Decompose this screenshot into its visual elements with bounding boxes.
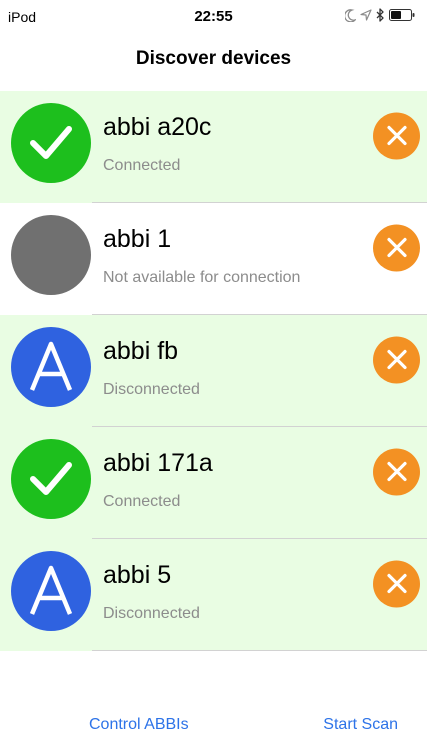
battery-icon [389, 9, 415, 21]
close-icon [386, 461, 408, 483]
disconnected-badge [11, 326, 91, 407]
device-name: abbi fb [103, 337, 179, 365]
page-title: Discover devices [135, 48, 292, 69]
remove-device-button[interactable] [373, 112, 420, 160]
moon-icon [345, 8, 356, 22]
device-name: abbi a20c [103, 113, 212, 141]
status-bar: iPod 22:55 [0, 0, 427, 36]
letter-a-icon [26, 341, 76, 393]
letter-a-icon [26, 565, 76, 617]
start-scan-button[interactable]: Start Scan [323, 716, 398, 734]
device-row[interactable]: abbi 5 Disconnected [0, 539, 427, 651]
close-icon [386, 237, 408, 259]
device-status: Not available for connection [103, 269, 301, 286]
remove-device-button[interactable] [373, 448, 420, 496]
control-abbis-button[interactable]: Control ABBIs [89, 716, 189, 734]
connected-badge [11, 438, 91, 519]
remove-device-button[interactable] [373, 336, 420, 384]
bluetooth-icon [376, 8, 385, 22]
bottom-toolbar: Control ABBIs Start Scan [0, 716, 427, 738]
location-arrow-icon [360, 9, 372, 21]
device-status: Disconnected [103, 381, 200, 398]
row-divider [92, 650, 427, 651]
close-icon [386, 349, 408, 371]
connected-badge [11, 102, 91, 183]
close-icon [386, 573, 408, 595]
device-name: abbi 171a [103, 449, 213, 477]
device-row[interactable]: abbi fb Disconnected [0, 315, 427, 427]
device-row[interactable]: abbi 1 Not available for connection [0, 203, 427, 315]
device-name: abbi 5 [103, 561, 172, 589]
device-status: Connected [103, 493, 181, 510]
device-status: Connected [103, 157, 181, 174]
status-icons [345, 8, 415, 22]
remove-device-button[interactable] [373, 224, 420, 272]
disconnected-badge [11, 550, 91, 631]
device-list: abbi a20c Connected abbi 1 Not available… [0, 91, 427, 651]
remove-device-button[interactable] [373, 560, 420, 608]
checkmark-icon [27, 459, 75, 499]
device-name: abbi 1 [103, 225, 172, 253]
device-row[interactable]: abbi 171a Connected [0, 427, 427, 539]
device-status: Disconnected [103, 605, 200, 622]
checkmark-icon [27, 123, 75, 163]
close-icon [386, 125, 408, 147]
device-row[interactable]: abbi a20c Connected [0, 91, 427, 203]
unavailable-badge [11, 214, 91, 295]
